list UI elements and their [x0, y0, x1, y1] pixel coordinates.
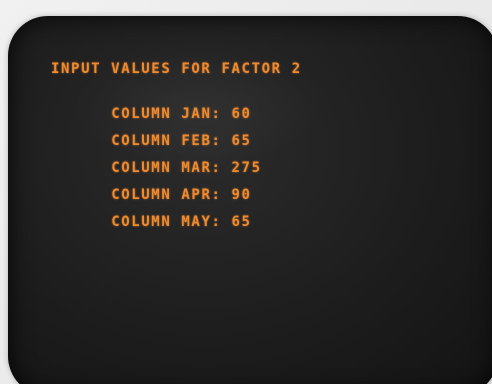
prompt-heading: INPUT VALUES FOR FACTOR 2 [51, 61, 302, 77]
row-value: 60 [231, 106, 252, 122]
row-value: 275 [231, 160, 262, 176]
photo-background: INPUT VALUES FOR FACTOR 2 COLUMN JAN: 60 … [0, 0, 492, 384]
row-value: 65 [231, 133, 252, 149]
terminal-output: INPUT VALUES FOR FACTOR 2 COLUMN JAN: 60 … [51, 60, 471, 230]
input-row-jan[interactable]: COLUMN JAN: 60 [51, 87, 471, 122]
row-label: COLUMN MAR: [111, 160, 222, 176]
row-label: COLUMN MAY: [111, 214, 222, 230]
row-label: COLUMN APR: [111, 187, 222, 203]
row-value: 90 [231, 187, 252, 203]
row-value: 65 [231, 214, 252, 230]
row-label: COLUMN JAN: [111, 106, 222, 122]
row-label: COLUMN FEB: [111, 133, 222, 149]
